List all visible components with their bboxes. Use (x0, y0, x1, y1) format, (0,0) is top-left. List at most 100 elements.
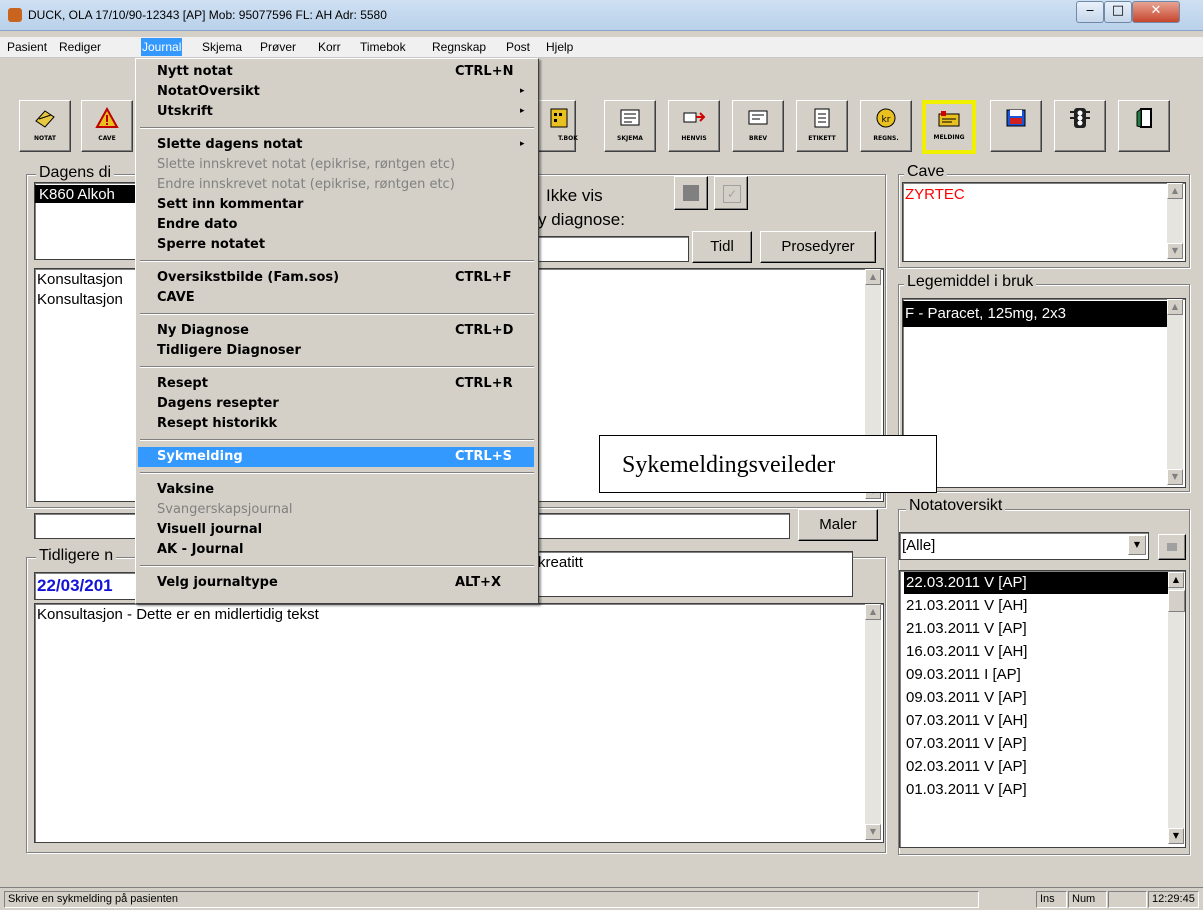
dagens-diagnosis-list[interactable]: K860 Alkoh (34, 182, 140, 260)
notat-list-item[interactable]: 09.03.2011 V [AP] (904, 687, 1170, 709)
journal-menu-item[interactable]: Visuell journal (138, 520, 534, 540)
tidligere-note-area[interactable]: Konsultasjon - Dette er en midlertidig t… (34, 603, 884, 843)
toolbar-save-button[interactable] (990, 100, 1042, 152)
tidligere-date-field[interactable]: 22/03/201 (34, 572, 140, 600)
menu-item-shortcut: CTRL+S (455, 449, 512, 464)
submenu-arrow-icon: ▸ (520, 86, 525, 96)
notat-list-item[interactable]: 07.03.2011 V [AH] (904, 710, 1170, 732)
menu-post[interactable]: Post (505, 38, 531, 56)
toolbar-notat-button[interactable]: NOTAT (19, 100, 71, 152)
journal-menu-item[interactable]: Sperre notatet (138, 235, 534, 255)
ikke-vis-label: Ikke vis (546, 186, 603, 205)
toolbar-etikett-button[interactable]: ETIKETT (796, 100, 848, 152)
toolbar-cave-button[interactable]: CAVE (81, 100, 133, 152)
cave-scrollbar[interactable]: ▲ ▼ (1167, 183, 1183, 259)
menu-rediger[interactable]: Rediger (58, 38, 102, 56)
traffic-light-icon (1070, 108, 1090, 128)
journal-menu-item[interactable]: CAVE (138, 288, 534, 308)
notat-list-item[interactable]: 22.03.2011 V [AP] (904, 572, 1170, 594)
menu-journal[interactable]: Journal (141, 38, 183, 56)
notat-list-item[interactable]: 21.03.2011 V [AH] (904, 595, 1170, 617)
toolbar-skjema-button[interactable]: SKJEMA (604, 100, 656, 152)
maler-button[interactable]: Maler (798, 509, 878, 541)
journal-menu-item[interactable]: Ny Diagnose CTRL+D (138, 321, 534, 341)
scroll-up-arrow[interactable]: ▲ (865, 269, 881, 285)
menu-regnskap[interactable]: Regnskap (431, 38, 487, 56)
tidligere-diagnosis-field[interactable]: kreatitt (537, 551, 853, 597)
toolbar-traffic-light-button[interactable] (1054, 100, 1106, 152)
scroll-down-arrow[interactable]: ▼ (865, 824, 881, 840)
journal-menu-item[interactable]: Dagens resepter (138, 394, 534, 414)
close-button[interactable]: ✕ (1132, 1, 1180, 23)
journal-menu-item[interactable]: Resept CTRL+R (138, 374, 534, 394)
journal-menu-item[interactable]: Resept historikk (138, 414, 534, 434)
journal-menu-item[interactable]: Sett inn kommentar (138, 195, 534, 215)
journal-menu-item[interactable]: Sykmelding CTRL+S (138, 447, 534, 467)
menu-prover[interactable]: Prøver (259, 38, 297, 56)
journal-menu-item[interactable]: Tidligere Diagnoser (138, 341, 534, 361)
toolbar-exit-button[interactable] (1118, 100, 1170, 152)
journal-menu-item[interactable]: Slette dagens notat ▸ (138, 135, 534, 155)
cave-list[interactable]: ZYRTEC ▲ ▼ (902, 182, 1186, 262)
tidl-button[interactable]: Tidl (692, 231, 752, 263)
menu-timebok[interactable]: Timebok (359, 38, 407, 56)
notat-scrollbar[interactable]: ▲ ▼ (1168, 572, 1185, 844)
menu-hjelp[interactable]: Hjelp (545, 38, 574, 56)
scroll-up-arrow[interactable]: ▲ (1167, 299, 1183, 315)
menu-separator (140, 313, 534, 315)
toolbar-henvis-button[interactable]: HENVIS (668, 100, 720, 152)
scroll-down-arrow[interactable]: ▼ (1168, 828, 1184, 844)
minimize-button[interactable]: ‒ (1076, 1, 1104, 23)
notat-list-item[interactable]: 02.03.2011 V [AP] (904, 756, 1170, 778)
stop-button[interactable] (674, 176, 708, 210)
maximize-button[interactable]: □ (1104, 1, 1132, 23)
scroll-up-arrow[interactable]: ▲ (1167, 183, 1183, 199)
journal-menu-item[interactable]: Endre dato (138, 215, 534, 235)
notat-list-item[interactable]: 09.03.2011 I [AP] (904, 664, 1170, 686)
cave-item: ZYRTEC (905, 186, 965, 203)
journal-menu-item[interactable]: Velg journaltype ALT+X (138, 573, 534, 593)
journal-menu-item[interactable]: Nytt notat CTRL+N (138, 62, 534, 82)
legemiddel-item: F - Paracet, 125mg, 2x3 (905, 305, 1066, 322)
toolbar-regns-button[interactable]: kr REGNS. (860, 100, 912, 152)
notat-list-item[interactable]: 07.03.2011 V [AP] (904, 733, 1170, 755)
journal-menu-item: Slette innskrevet notat (epikrise, røntg… (138, 155, 534, 175)
toolbar-brev-button[interactable]: BREV (732, 100, 784, 152)
notat-list-item[interactable]: 21.03.2011 V [AP] (904, 618, 1170, 640)
journal-menu-item[interactable]: AK - Journal (138, 540, 534, 560)
lock-button[interactable] (1158, 534, 1186, 560)
referral-icon (683, 112, 706, 123)
menu-pasient[interactable]: Pasient (6, 38, 48, 56)
menu-skjema[interactable]: Skjema (201, 38, 243, 56)
journal-menu-item[interactable]: Utskrift ▸ (138, 102, 534, 122)
toolbar-tbok-button[interactable]: T.BOK (534, 100, 578, 152)
notat-list-item[interactable]: 01.03.2011 V [AP] (904, 779, 1170, 801)
toolbar-melding-button[interactable]: MELDING (922, 100, 976, 154)
scroll-down-arrow[interactable]: ▼ (1167, 243, 1183, 259)
scroll-thumb[interactable] (1168, 590, 1185, 612)
exit-door-icon (1136, 108, 1152, 128)
diagnosis-input[interactable] (537, 236, 689, 262)
scroll-down-arrow[interactable]: ▼ (1167, 469, 1183, 485)
menu-item-shortcut: CTRL+D (455, 323, 514, 338)
menu-separator (140, 260, 534, 262)
menu-item-label: Visuell journal (157, 522, 263, 537)
status-bar: Skrive en sykmelding på pasienten Ins Nu… (0, 887, 1203, 910)
notat-filter-select[interactable]: [Alle] ▼ (899, 532, 1149, 560)
legemiddel-list[interactable]: F - Paracet, 125mg, 2x3 ▲ ▼ (902, 298, 1186, 488)
journal-menu-item[interactable]: Oversikstbilde (Fam.sos) CTRL+F (138, 268, 534, 288)
prosedyrer-button[interactable]: Prosedyrer (760, 231, 876, 263)
notat-list-item[interactable]: 16.03.2011 V [AH] (904, 641, 1170, 663)
legemiddel-scrollbar[interactable]: ▲ ▼ (1167, 299, 1183, 485)
journal-menu-item[interactable]: NotatOversikt ▸ (138, 82, 534, 102)
journal-menu-item[interactable]: Vaksine (138, 480, 534, 500)
menu-item-shortcut: CTRL+R (455, 376, 513, 391)
menu-korr[interactable]: Korr (317, 38, 342, 56)
chevron-down-icon[interactable]: ▼ (1128, 535, 1146, 555)
scroll-up-arrow[interactable]: ▲ (865, 604, 881, 620)
scroll-up-arrow[interactable]: ▲ (1168, 572, 1184, 588)
journal-menu-item: Endre innskrevet notat (epikrise, røntge… (138, 175, 534, 195)
sign-button[interactable]: ✓ (714, 176, 748, 210)
tidligere-scrollbar[interactable]: ▲ ▼ (865, 604, 881, 840)
toolbar-label: NOTAT (33, 135, 57, 142)
